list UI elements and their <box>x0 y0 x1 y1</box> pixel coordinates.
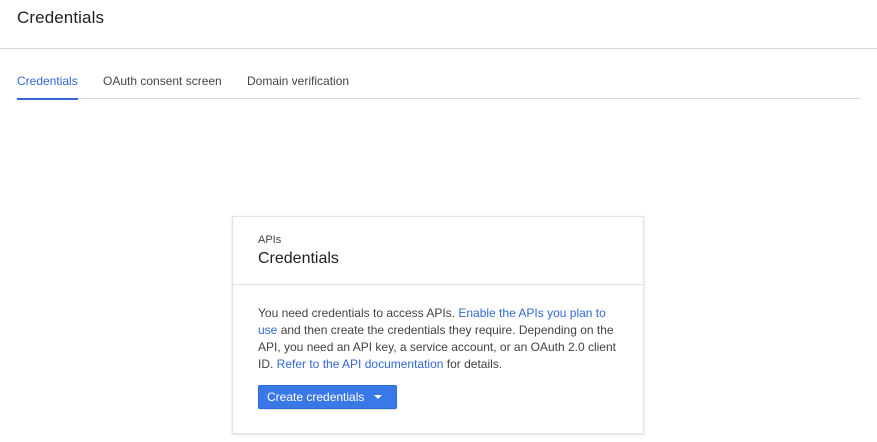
credentials-card: APIs Credentials You need credentials to… <box>232 216 644 434</box>
card-title: Credentials <box>258 250 339 267</box>
card-description: You need credentials to access APIs. Ena… <box>258 305 623 373</box>
tab-oauth-consent-screen[interactable]: OAuth consent screen <box>103 60 222 99</box>
credentials-page: Credentials Credentials OAuth consent sc… <box>0 0 877 442</box>
page-header: Credentials <box>0 0 877 49</box>
tab-bar: Credentials OAuth consent screen Domain … <box>17 60 860 100</box>
api-documentation-link[interactable]: Refer to the API documentation <box>277 357 444 371</box>
create-credentials-label: Create credentials <box>267 390 365 404</box>
description-text: You need credentials to access APIs. <box>258 306 459 320</box>
caret-down-icon <box>374 395 383 399</box>
page-title: Credentials <box>17 8 105 27</box>
tab-credentials[interactable]: Credentials <box>17 60 78 100</box>
create-credentials-button[interactable]: Create credentials <box>258 385 398 409</box>
tab-domain-verification[interactable]: Domain verification <box>247 60 349 99</box>
card-header: APIs Credentials <box>233 217 643 285</box>
description-text: for details. <box>443 357 503 371</box>
card-eyebrow: APIs <box>258 234 282 246</box>
